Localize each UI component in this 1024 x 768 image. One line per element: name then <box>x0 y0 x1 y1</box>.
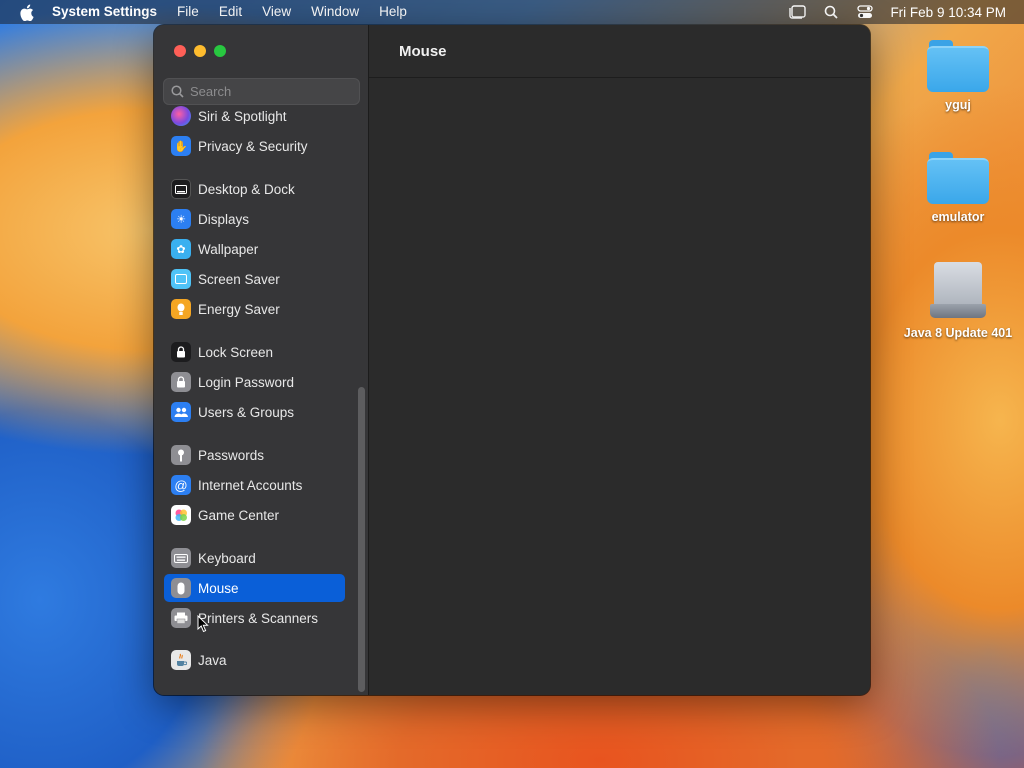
bulb-icon <box>171 299 191 319</box>
desktop-folder-emulator[interactable]: emulator <box>898 152 1018 224</box>
users-icon <box>171 402 191 422</box>
sidebar-item-displays[interactable]: ☀ Displays <box>164 205 345 233</box>
sidebar-item-java[interactable]: Java <box>164 646 345 674</box>
stage-manager-icon[interactable] <box>780 5 814 19</box>
sidebar-item-label: Internet Accounts <box>198 477 303 493</box>
sidebar-item-passwords[interactable]: Passwords <box>164 441 345 469</box>
apple-menu-icon[interactable] <box>0 4 52 21</box>
hand-icon: ✋ <box>171 136 191 156</box>
page-title: Mouse <box>399 42 447 60</box>
menu-edit[interactable]: Edit <box>209 0 252 24</box>
menu-view[interactable]: View <box>252 0 301 24</box>
sidebar-item-users-groups[interactable]: Users & Groups <box>164 398 345 426</box>
java-icon <box>171 650 191 670</box>
mouse-pointer-icon <box>197 615 209 633</box>
sidebar: Siri & Spotlight ✋ Privacy & Security De… <box>154 25 369 695</box>
sidebar-item-wallpaper[interactable]: ✿ Wallpaper <box>164 235 345 263</box>
sun-icon: ☀ <box>171 209 191 229</box>
sidebar-item-label: Energy Saver <box>198 301 280 317</box>
sidebar-item-login-password[interactable]: Login Password <box>164 368 345 396</box>
sidebar-scrollbar[interactable] <box>358 387 365 692</box>
sidebar-item-label: Game Center <box>198 507 280 523</box>
key-icon <box>171 445 191 465</box>
sidebar-item-keyboard[interactable]: Keyboard <box>164 544 345 572</box>
sidebar-item-label: Lock Screen <box>198 344 274 360</box>
screensaver-icon <box>171 269 191 289</box>
disk-image-icon <box>930 262 986 320</box>
menu-bar: System Settings File Edit View Window He… <box>0 0 1024 24</box>
mouse-icon <box>171 578 191 598</box>
sidebar-item-lock-screen[interactable]: Lock Screen <box>164 338 345 366</box>
sidebar-item-internet-accounts[interactable]: @ Internet Accounts <box>164 471 345 499</box>
gamecenter-icon <box>171 505 191 525</box>
desktop-folder-yguj[interactable]: yguj <box>898 40 1018 112</box>
dock-icon <box>171 179 191 199</box>
search-icon <box>171 85 184 98</box>
siri-icon <box>171 106 191 126</box>
desktop-drive-java[interactable]: Java 8 Update 401 <box>898 262 1018 340</box>
padlock-icon <box>171 372 191 392</box>
keyboard-icon <box>171 548 191 568</box>
spotlight-search-icon[interactable] <box>814 5 848 19</box>
window-controls <box>174 45 226 57</box>
content-pane: Mouse <box>369 25 870 695</box>
desktop-icon-label: Java 8 Update 401 <box>903 326 1013 340</box>
printer-icon <box>171 608 191 628</box>
system-settings-window: Siri & Spotlight ✋ Privacy & Security De… <box>154 25 870 695</box>
sidebar-item-label: Wallpaper <box>198 241 259 257</box>
menu-window[interactable]: Window <box>301 0 369 24</box>
menubar-clock[interactable]: Fri Feb 9 10:34 PM <box>890 5 1006 20</box>
sidebar-item-label: Siri & Spotlight <box>198 108 287 124</box>
menu-help[interactable]: Help <box>369 0 417 24</box>
sidebar-item-label: Printers & Scanners <box>198 610 319 626</box>
menu-file[interactable]: File <box>167 0 209 24</box>
sidebar-item-label: Privacy & Security <box>198 138 308 154</box>
sidebar-item-label: Screen Saver <box>198 271 280 287</box>
sidebar-item-label: Login Password <box>198 374 295 390</box>
folder-icon <box>927 152 989 204</box>
zoom-window-button[interactable] <box>214 45 226 57</box>
page-title-bar: Mouse <box>369 25 870 78</box>
sidebar-item-energy-saver[interactable]: Energy Saver <box>164 295 345 323</box>
sidebar-item-privacy-security[interactable]: ✋ Privacy & Security <box>164 132 345 160</box>
lock-icon <box>171 342 191 362</box>
desktop-icon-label: yguj <box>945 98 971 112</box>
sidebar-item-label: Java <box>198 652 227 668</box>
sidebar-item-screen-saver[interactable]: Screen Saver <box>164 265 345 293</box>
sidebar-item-game-center[interactable]: Game Center <box>164 501 345 529</box>
sidebar-item-printers-scanners[interactable]: Printers & Scanners <box>164 604 345 632</box>
minimize-window-button[interactable] <box>194 45 206 57</box>
sidebar-item-label: Mouse <box>198 580 239 596</box>
close-window-button[interactable] <box>174 45 186 57</box>
at-icon: @ <box>171 475 191 495</box>
folder-icon <box>927 40 989 92</box>
flower-icon: ✿ <box>171 239 191 259</box>
sidebar-item-label: Passwords <box>198 447 265 463</box>
sidebar-item-label: Displays <box>198 211 250 227</box>
control-center-icon[interactable] <box>848 5 882 19</box>
sidebar-item-label: Desktop & Dock <box>198 181 295 197</box>
sidebar-item-label: Users & Groups <box>198 404 295 420</box>
desktop-icon-label: emulator <box>931 210 985 224</box>
sidebar-item-siri-spotlight[interactable]: Siri & Spotlight <box>164 102 345 130</box>
sidebar-item-desktop-dock[interactable]: Desktop & Dock <box>164 175 345 203</box>
menu-app-name[interactable]: System Settings <box>52 0 167 24</box>
search-input[interactable] <box>190 84 350 99</box>
sidebar-item-mouse[interactable]: Mouse <box>164 574 345 602</box>
sidebar-item-label: Keyboard <box>198 550 256 566</box>
search-field[interactable] <box>163 78 360 105</box>
